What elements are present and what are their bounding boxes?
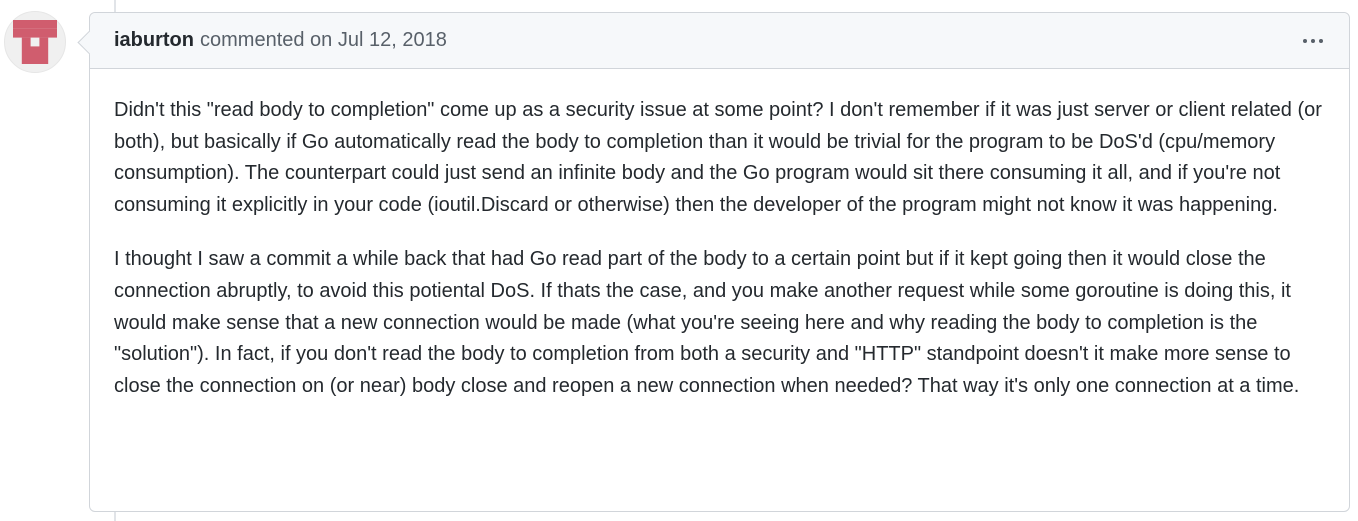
avatar[interactable] — [4, 11, 66, 73]
identicon-avatar-icon — [13, 20, 57, 64]
kebab-horizontal-icon[interactable] — [1297, 27, 1329, 55]
comment-timestamp[interactable]: commented on Jul 12, 2018 — [200, 29, 447, 52]
comment-body: Didn't this "read body to completion" co… — [90, 69, 1349, 402]
comment-paragraph-2: I thought I saw a commit a while back th… — [114, 248, 1300, 397]
comment-header: iaburton commented on Jul 12, 2018 — [90, 13, 1349, 69]
comment-author[interactable]: iaburton — [114, 29, 194, 52]
comment: iaburton commented on Jul 12, 2018 Didn'… — [89, 12, 1350, 512]
comment-paragraph-1: Didn't this "read body to completion" co… — [114, 99, 1322, 216]
